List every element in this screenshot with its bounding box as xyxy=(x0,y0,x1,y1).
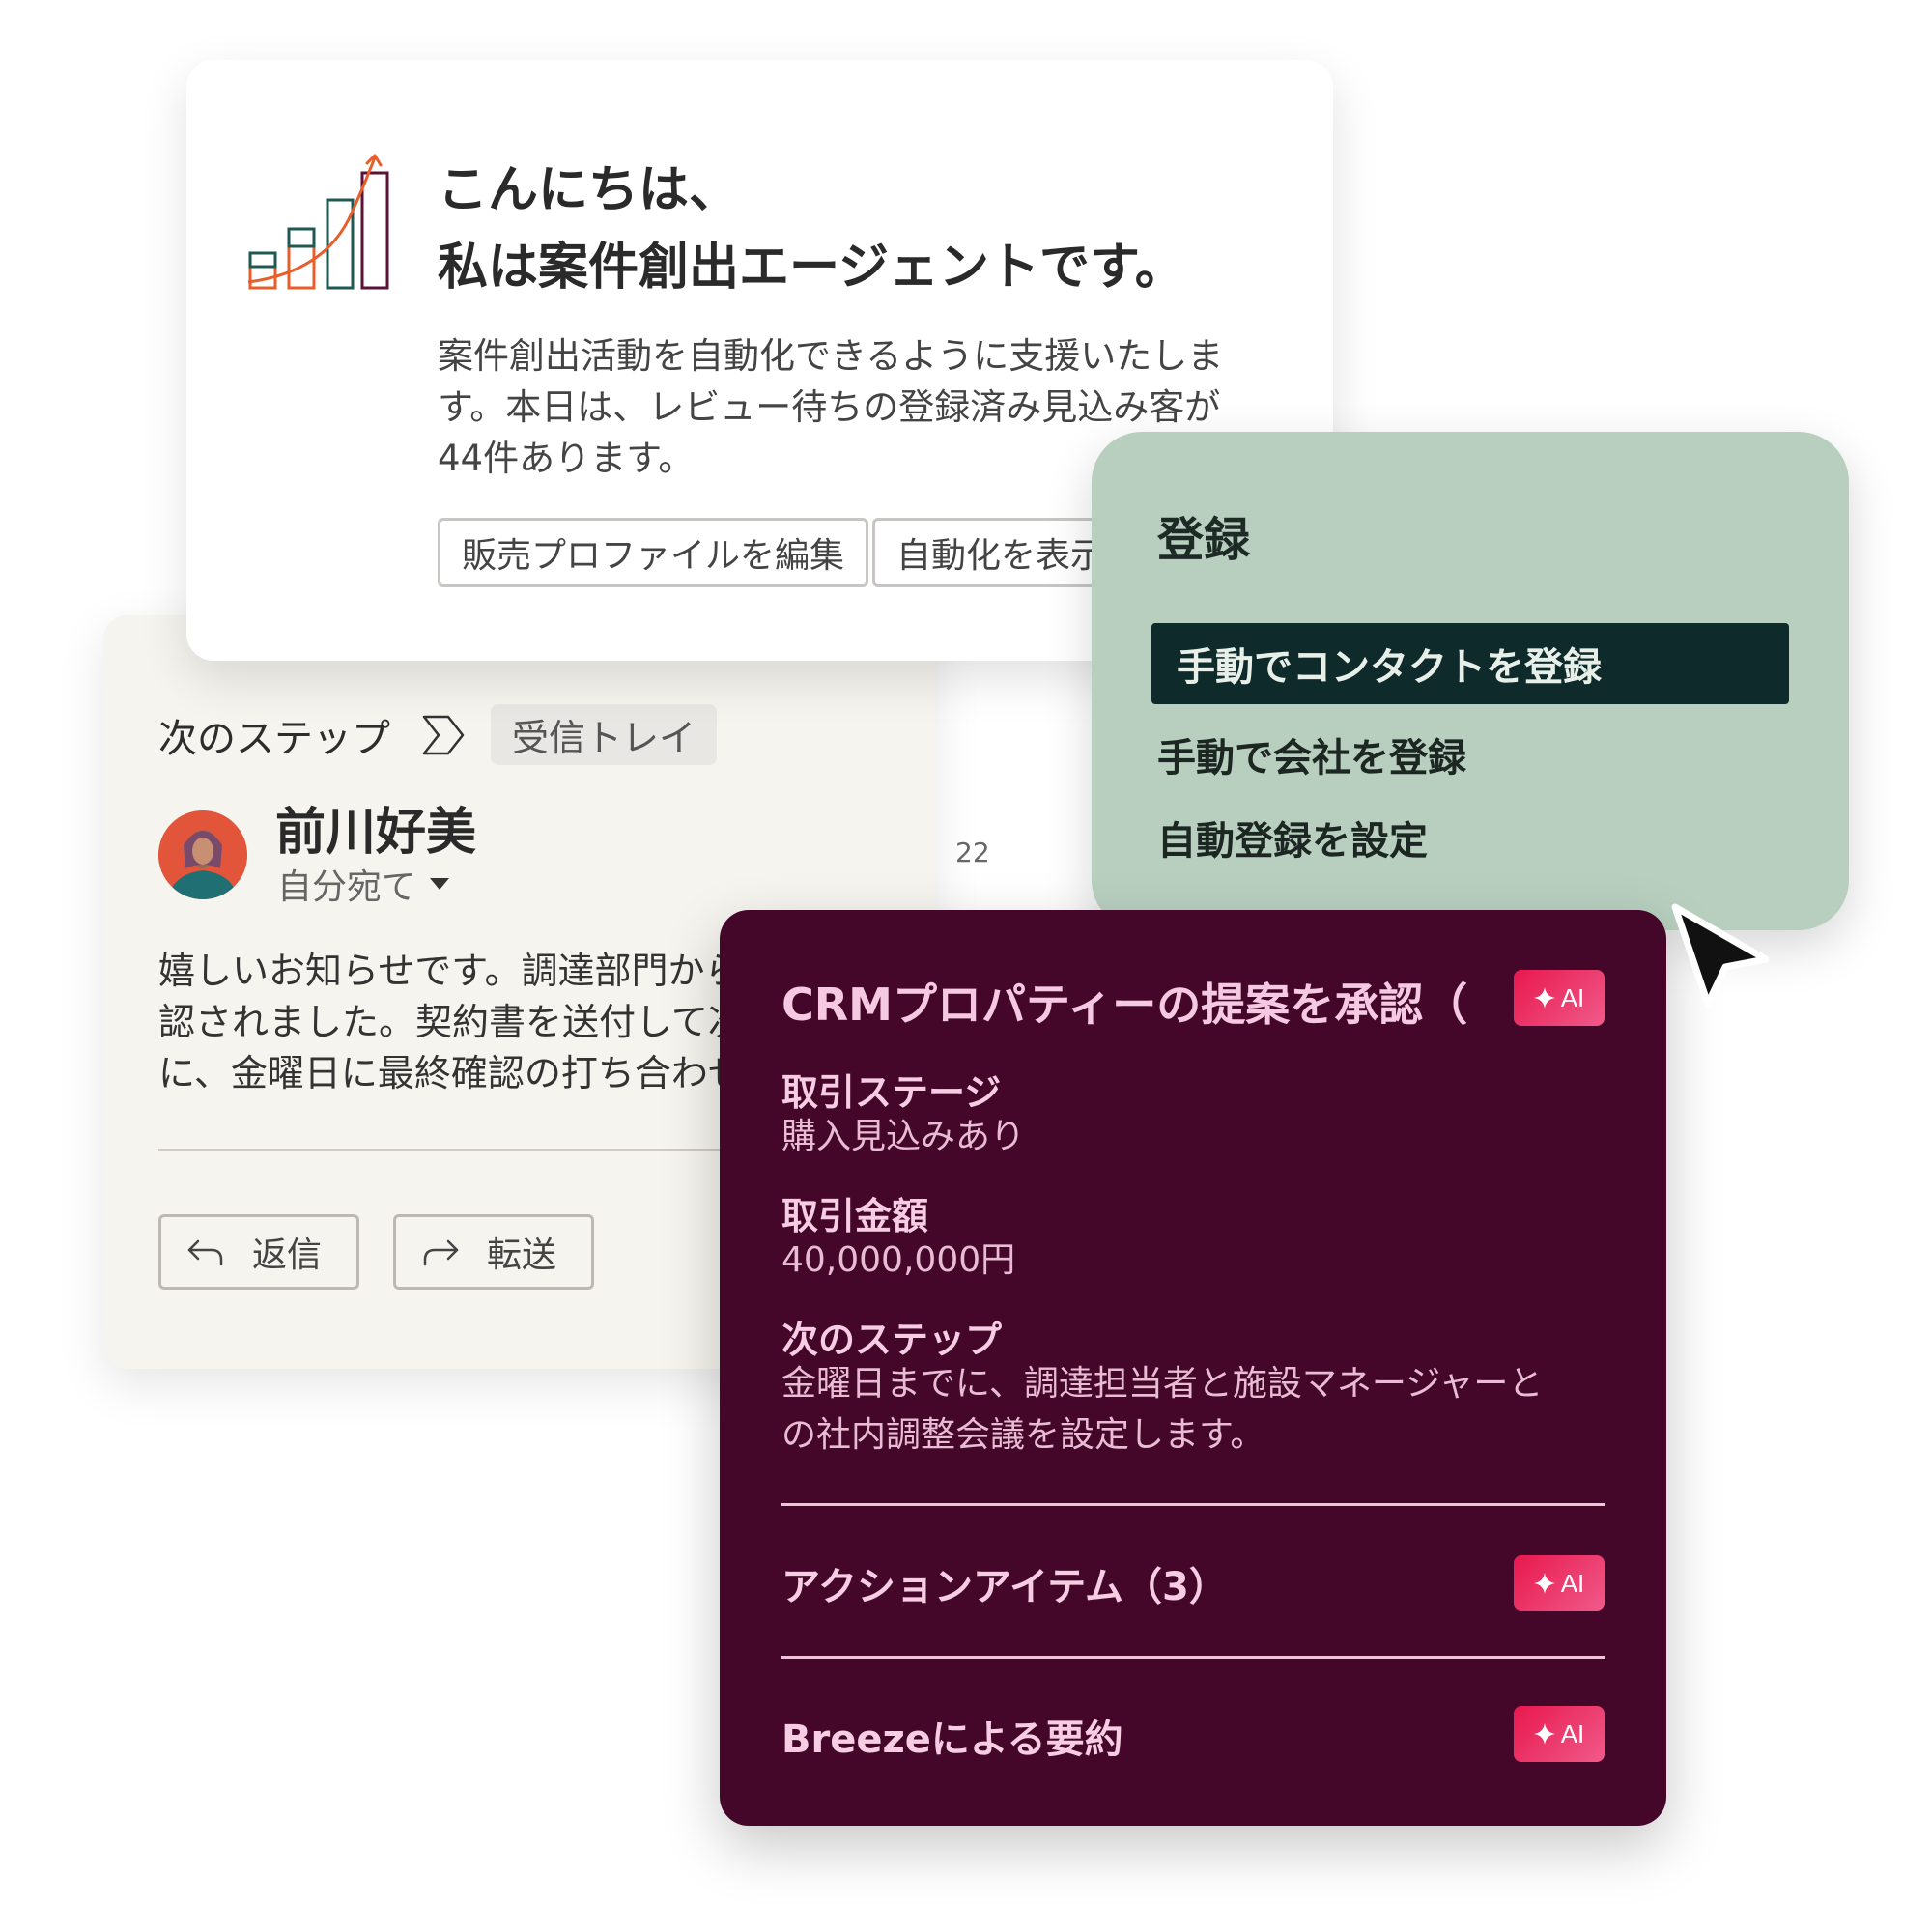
reply-icon xyxy=(187,1239,223,1266)
avatar xyxy=(158,810,247,899)
sender-name: 前川好美 xyxy=(275,804,477,862)
person-avatar-icon xyxy=(158,810,247,899)
ai-badge[interactable]: AI xyxy=(1514,970,1605,1026)
menu-item-register-company[interactable]: 手動で会社を登録 xyxy=(1151,714,1789,795)
agent-greeting: こんにちは、 xyxy=(438,161,740,219)
forward-label: 転送 xyxy=(487,1236,557,1275)
sparkle-icon xyxy=(1533,1573,1555,1594)
crm-card-title: CRMプロパティーの提案を承認（ xyxy=(781,979,1468,1031)
breadcrumb-next-step[interactable]: 次のステップ xyxy=(158,707,390,763)
next-step-label: 次のステップ xyxy=(781,1319,1003,1361)
ai-badge-label: AI xyxy=(1560,982,1585,1012)
breadcrumb-inbox[interactable]: 受信トレイ xyxy=(491,704,718,765)
edit-sales-profile-button[interactable]: 販売プロファイルを編集 xyxy=(438,518,869,587)
next-step-value: 金曜日までに、調達担当者と施設マネージャーと の社内調整会議を設定します。 xyxy=(781,1364,1544,1455)
breeze-summary-row[interactable]: Breezeによる要約 xyxy=(781,1708,1123,1764)
action-items-row[interactable]: アクションアイテム（3） xyxy=(781,1555,1228,1611)
deal-stage-value: 購入見込みあり xyxy=(781,1117,1026,1156)
agent-title: 私は案件創出エージェントです。 xyxy=(438,239,1185,297)
ai-badge-label: AI xyxy=(1560,1568,1585,1598)
sparkle-icon xyxy=(1533,987,1555,1009)
recipient-dropdown[interactable]: 自分宛て xyxy=(277,859,450,909)
ai-badge[interactable]: AI xyxy=(1514,1706,1605,1762)
divider xyxy=(781,1503,1605,1506)
growth-chart-icon xyxy=(247,154,389,290)
register-menu-title: 登録 xyxy=(1157,513,1251,567)
caret-down-icon xyxy=(430,878,450,890)
mouse-pointer-icon xyxy=(1671,903,1770,1008)
ai-badge[interactable]: AI xyxy=(1514,1555,1605,1611)
deal-amount-value: 40,000,000円 xyxy=(781,1240,1016,1280)
crm-property-card: CRMプロパティーの提案を承認（ AI 取引ステージ 購入見込みあり 取引金額 … xyxy=(720,910,1666,1826)
sparkle-icon xyxy=(1533,1723,1555,1745)
menu-item-register-contact[interactable]: 手動でコンタクトを登録 xyxy=(1151,623,1789,704)
register-menu: 登録 手動でコンタクトを登録 手動で会社を登録 自動登録を設定 xyxy=(1092,432,1849,930)
breadcrumb: 次のステップ 受信トレイ xyxy=(158,704,718,765)
email-timestamp: 22 xyxy=(955,837,990,868)
menu-item-auto-register[interactable]: 自動登録を設定 xyxy=(1151,797,1789,878)
forward-icon xyxy=(423,1239,459,1266)
forward-button[interactable]: 転送 xyxy=(393,1214,594,1290)
ai-badge-label: AI xyxy=(1560,1719,1585,1748)
recipient-label: 自分宛て xyxy=(277,867,417,907)
chevron-right-icon xyxy=(422,715,465,754)
deal-amount-label: 取引金額 xyxy=(781,1195,929,1237)
reply-label: 返信 xyxy=(252,1236,323,1275)
reply-button[interactable]: 返信 xyxy=(158,1214,359,1290)
deal-stage-label: 取引ステージ xyxy=(781,1071,1002,1114)
divider xyxy=(781,1656,1605,1659)
